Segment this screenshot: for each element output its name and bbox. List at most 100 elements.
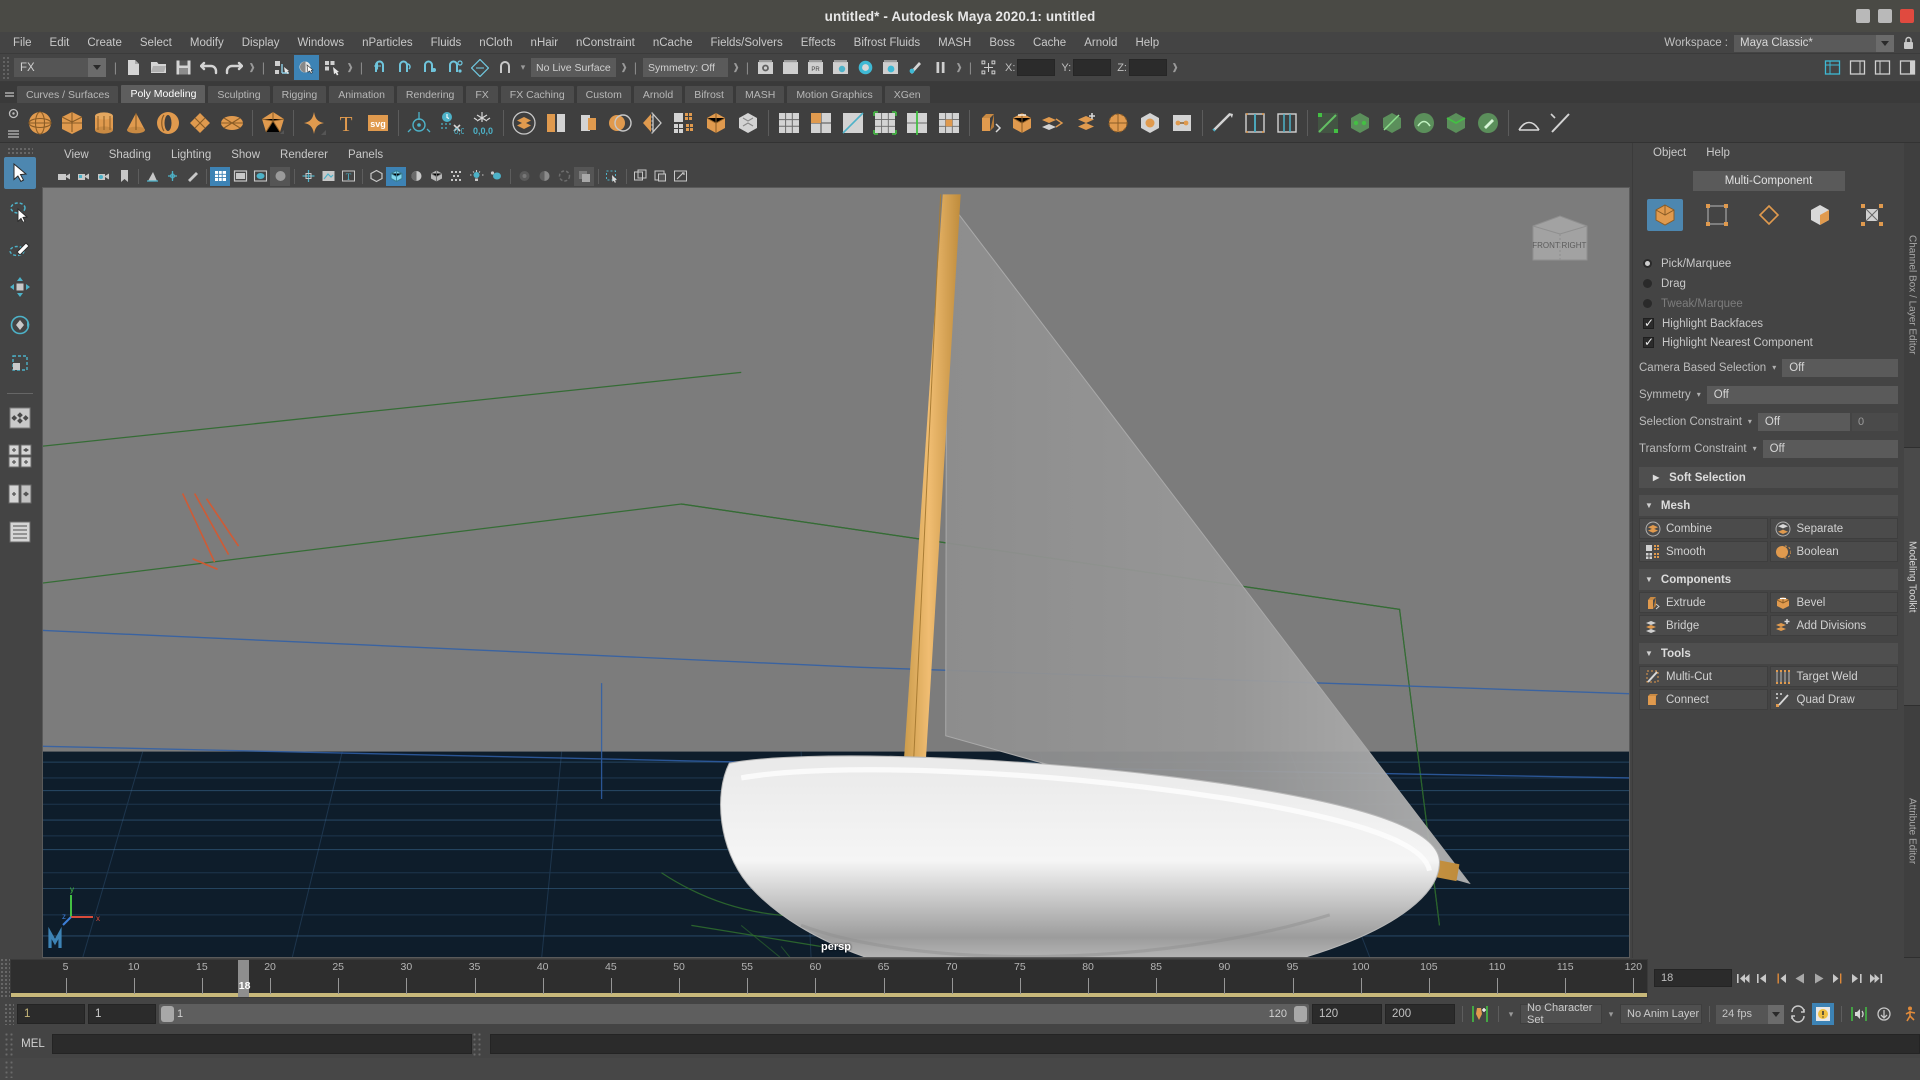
- sparkle-primitive-icon[interactable]: [298, 107, 330, 139]
- scale-tool[interactable]: [4, 347, 36, 379]
- tab-attribute-editor[interactable]: Attribute Editor: [1904, 706, 1920, 958]
- maximize-button[interactable]: [1878, 9, 1892, 23]
- freeze-transform-icon[interactable]: 0,0,0: [435, 107, 467, 139]
- menu-fluids[interactable]: Fluids: [422, 32, 471, 54]
- panel-tear-off-icon[interactable]: [650, 167, 670, 186]
- rotate-tool[interactable]: [4, 309, 36, 341]
- separate-shelf-icon[interactable]: [540, 107, 572, 139]
- target-weld-button[interactable]: Target Weld: [1770, 666, 1899, 687]
- view-cube[interactable]: FRONT RIGHT: [1529, 212, 1591, 266]
- object-mode-icon[interactable]: [1647, 199, 1683, 231]
- range-slider[interactable]: 1 120: [159, 1004, 1309, 1024]
- select-hierarchy-icon[interactable]: [269, 55, 294, 80]
- current-frame-field[interactable]: 18: [1654, 969, 1732, 987]
- viewport-menu-renderer[interactable]: Renderer: [270, 145, 338, 165]
- separate-button[interactable]: Separate: [1770, 518, 1899, 539]
- time-slider-grip[interactable]: [0, 958, 10, 998]
- fill-hole-icon[interactable]: [1134, 107, 1166, 139]
- show-channel-box-icon[interactable]: [1820, 55, 1845, 80]
- text-display-icon[interactable]: T: [338, 167, 358, 186]
- new-scene-icon[interactable]: [121, 55, 146, 80]
- expand-arrow-icon[interactable]: ❱: [1169, 62, 1181, 73]
- remesh-icon[interactable]: [732, 107, 764, 139]
- merge-vertices-icon[interactable]: [1166, 107, 1198, 139]
- select-object-icon[interactable]: [294, 55, 319, 80]
- shelf-tab-arnold[interactable]: Arnold: [633, 85, 683, 103]
- play-backwards-button[interactable]: [1792, 968, 1808, 988]
- image-plane-icon[interactable]: [142, 167, 162, 186]
- use-default-material-icon[interactable]: [366, 167, 386, 186]
- connect-button[interactable]: Connect: [1639, 689, 1768, 710]
- menu-fields-solvers[interactable]: Fields/Solvers: [701, 32, 791, 54]
- bevel-shelf-icon[interactable]: [1006, 107, 1038, 139]
- anim-layer-field[interactable]: No Anim Layer: [1620, 1004, 1702, 1024]
- live-surface-field[interactable]: No Live Surface: [531, 58, 616, 77]
- toggle-render-icon[interactable]: [903, 55, 928, 80]
- chevron-down-icon[interactable]: ▾: [517, 62, 529, 73]
- panel-expand-icon[interactable]: [670, 167, 690, 186]
- animation-end-field[interactable]: 200: [1385, 1004, 1455, 1024]
- command-line-splitter[interactable]: [472, 1032, 482, 1056]
- character-animation-icon[interactable]: [1898, 1003, 1920, 1025]
- render-settings-icon[interactable]: [828, 55, 853, 80]
- extract-icon[interactable]: [572, 107, 604, 139]
- selection-constraint-number[interactable]: 0: [1852, 413, 1898, 431]
- 3d-viewport[interactable]: FRONT RIGHT y x z: [42, 187, 1630, 958]
- select-component-icon[interactable]: [319, 55, 344, 80]
- grid-orange-icon[interactable]: [933, 107, 965, 139]
- multi-cut-shelf-icon[interactable]: [1312, 107, 1344, 139]
- loop-playback-icon[interactable]: [1787, 1003, 1809, 1025]
- step-forward-frame-button[interactable]: [1849, 968, 1865, 988]
- append-polygon-icon[interactable]: [1207, 107, 1239, 139]
- chevron-down-icon[interactable]: ▾: [1605, 1009, 1617, 1020]
- select-tool[interactable]: [4, 157, 36, 189]
- tab-modeling-toolkit[interactable]: Modeling Toolkit: [1904, 448, 1920, 705]
- uv-mode-icon[interactable]: [1854, 199, 1890, 231]
- shelf-tab-mash[interactable]: MASH: [735, 85, 785, 103]
- smooth-shelf-icon[interactable]: [668, 107, 700, 139]
- status-bar-grip[interactable]: [4, 1060, 14, 1078]
- polygon-torus-icon[interactable]: [152, 107, 184, 139]
- center-pivot-icon[interactable]: [403, 107, 435, 139]
- shaded-display-icon[interactable]: [230, 167, 250, 186]
- menu-file[interactable]: File: [4, 32, 41, 54]
- shelf-tab-custom[interactable]: Custom: [576, 85, 632, 103]
- step-back-key-button[interactable]: [1773, 968, 1789, 988]
- camera-attributes-icon[interactable]: [94, 167, 114, 186]
- menu-select[interactable]: Select: [131, 32, 181, 54]
- close-button[interactable]: [1900, 9, 1914, 23]
- shelf-tab-motion-graphics[interactable]: Motion Graphics: [786, 85, 882, 103]
- redo-icon[interactable]: [221, 55, 246, 80]
- svg-import-icon[interactable]: svg: [362, 107, 394, 139]
- range-end-handle[interactable]: [1294, 1006, 1307, 1022]
- expand-arrow-icon[interactable]: ❱: [246, 62, 258, 73]
- mesh-section-header[interactable]: ▼ Mesh: [1639, 495, 1898, 516]
- shadows-icon[interactable]: [406, 167, 426, 186]
- multi-component-button[interactable]: Multi-Component: [1693, 171, 1845, 191]
- pause-render-icon[interactable]: [928, 55, 953, 80]
- animation-start-field[interactable]: 1: [17, 1004, 85, 1024]
- panel-menu-object[interactable]: Object: [1643, 143, 1696, 163]
- toolbar-grip[interactable]: [2, 56, 11, 80]
- lasso-select-tool[interactable]: [4, 195, 36, 227]
- tools-section-header[interactable]: ▼ Tools: [1639, 643, 1898, 664]
- symmetry-value[interactable]: Off: [1707, 386, 1898, 404]
- render-view-icon[interactable]: [878, 55, 903, 80]
- go-to-end-button[interactable]: [1868, 968, 1884, 988]
- shelf-tab-poly-modeling[interactable]: Poly Modeling: [120, 84, 206, 103]
- quad-draw-shelf-icon[interactable]: [1376, 107, 1408, 139]
- menu-ncloth[interactable]: nCloth: [470, 32, 521, 54]
- outliner-layout-tool[interactable]: [4, 516, 36, 548]
- save-scene-icon[interactable]: [171, 55, 196, 80]
- expand-arrow-icon[interactable]: ❱: [344, 62, 356, 73]
- lock-camera-icon[interactable]: [74, 167, 94, 186]
- polygon-sphere-icon[interactable]: [24, 107, 56, 139]
- menu-effects[interactable]: Effects: [792, 32, 845, 54]
- chevron-down-icon[interactable]: ▾: [1505, 1009, 1517, 1020]
- show-attribute-editor-icon[interactable]: [1845, 55, 1870, 80]
- bridge-shelf-icon[interactable]: [1038, 107, 1070, 139]
- animation-preferences-icon[interactable]: [1812, 1003, 1834, 1025]
- textured-display-icon[interactable]: [270, 167, 290, 186]
- selection-constraint-value[interactable]: Off: [1758, 413, 1850, 431]
- step-back-frame-button[interactable]: [1754, 968, 1770, 988]
